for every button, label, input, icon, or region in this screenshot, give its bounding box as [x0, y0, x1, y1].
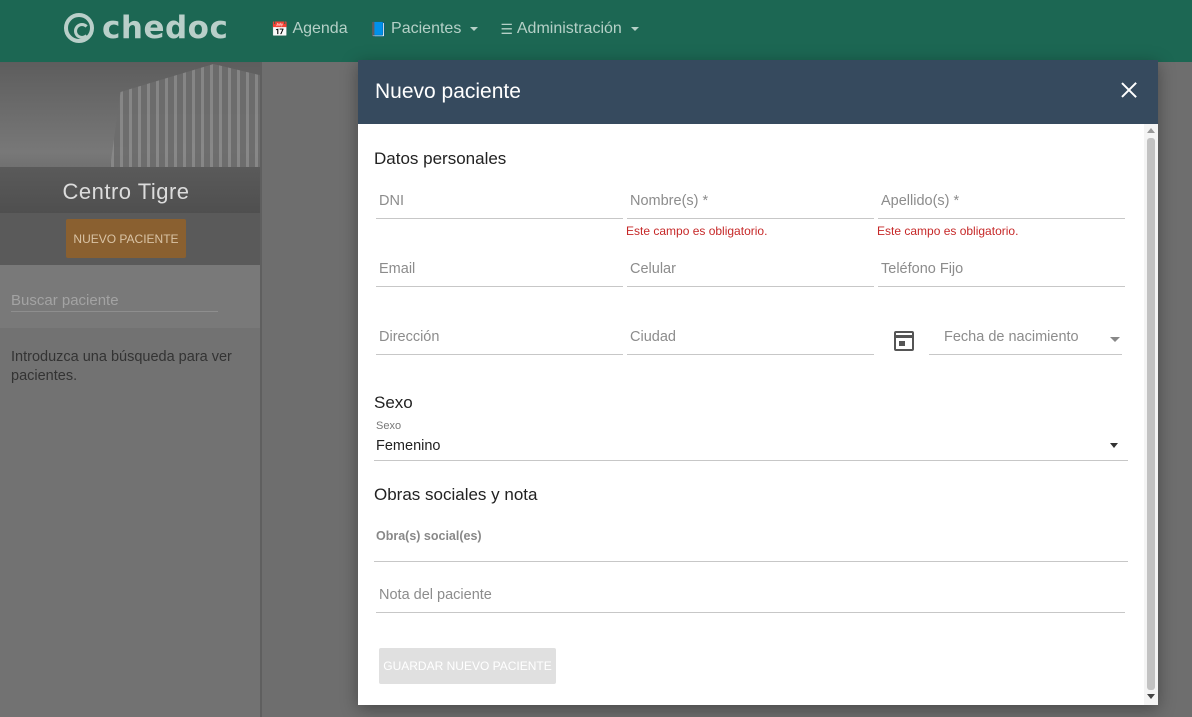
- nombre-field: [627, 185, 874, 219]
- modal-header: Nuevo paciente: [358, 60, 1158, 124]
- direccion-input[interactable]: [376, 321, 623, 353]
- apellido-input[interactable]: [878, 185, 1125, 217]
- nav-item-agenda[interactable]: 📅 Agenda: [271, 20, 348, 38]
- apellido-error: Este campo es obligatorio.: [877, 224, 1019, 238]
- dni-field: [376, 185, 623, 219]
- sliders-icon: ☰: [500, 20, 513, 37]
- dni-input[interactable]: [376, 185, 623, 217]
- chevron-down-icon: [630, 27, 639, 31]
- brand-logo[interactable]: chedoc: [64, 10, 228, 46]
- celular-field: [627, 253, 874, 287]
- section-title-sex: Sexo: [374, 393, 413, 412]
- ciudad-field: [627, 321, 874, 355]
- sex-select-label: Sexo: [376, 420, 402, 432]
- new-patient-button[interactable]: NUEVO PACIENTE: [66, 219, 186, 258]
- ciudad-input[interactable]: [627, 321, 874, 353]
- nav-item-pacientes[interactable]: 📘 Pacientes: [370, 20, 479, 38]
- nota-field: [376, 579, 1125, 613]
- nota-input[interactable]: [376, 579, 1125, 611]
- nav-item-label: Administración: [516, 20, 622, 37]
- book-icon: 📘: [369, 20, 388, 37]
- chevron-down-icon: [1110, 443, 1118, 448]
- nav-item-administracion[interactable]: ☰ Administración: [500, 20, 639, 38]
- telefono-field: [878, 253, 1125, 287]
- direccion-field: [376, 321, 623, 355]
- celular-input[interactable]: [627, 253, 874, 285]
- nombre-input[interactable]: [627, 185, 874, 217]
- center-name: Centro Tigre: [62, 179, 190, 204]
- close-icon[interactable]: [1117, 78, 1141, 102]
- email-input[interactable]: [376, 253, 623, 285]
- brand-name: chedoc: [102, 10, 229, 46]
- sex-select[interactable]: Femenino: [374, 432, 1128, 461]
- birthdate-input[interactable]: [929, 321, 1122, 353]
- scrollbar-thumb[interactable]: [1147, 138, 1155, 690]
- left-sidebar: Centro Tigre NUEVO PACIENTE Introduzca u…: [0, 62, 262, 717]
- nav-item-label: Pacientes: [391, 20, 462, 37]
- save-patient-button[interactable]: GUARDAR NUEVO PACIENTE: [379, 648, 556, 684]
- obras-sociales-input[interactable]: [374, 561, 1128, 562]
- chevron-down-icon[interactable]: [1110, 337, 1120, 342]
- scroll-up-icon[interactable]: [1147, 128, 1155, 133]
- search-help-text: Introduzca una búsqueda para ver pacient…: [11, 349, 232, 384]
- section-title-personal: Datos personales: [374, 149, 507, 168]
- main-nav: 📅 Agenda 📘 Pacientes ☰ Administración: [271, 20, 639, 38]
- section-title-insurance: Obras sociales y nota: [374, 485, 538, 504]
- email-field: [376, 253, 623, 287]
- calendar-icon: 📅: [271, 20, 289, 37]
- apellido-field: [878, 185, 1125, 219]
- chedoc-logo-icon: [64, 13, 94, 43]
- obras-sociales-label: Obra(s) social(es): [376, 529, 482, 543]
- patient-search-input[interactable]: [11, 290, 218, 312]
- modal-title: Nuevo paciente: [375, 80, 521, 103]
- new-patient-modal: Nuevo paciente Datos personales Este cam…: [358, 60, 1158, 705]
- top-navbar: chedoc 📅 Agenda 📘 Pacientes ☰ Administra…: [0, 0, 1192, 62]
- scroll-down-icon[interactable]: [1147, 694, 1155, 699]
- nav-item-label: Agenda: [292, 20, 348, 37]
- telefono-input[interactable]: [878, 253, 1125, 285]
- chevron-down-icon: [470, 27, 479, 31]
- nombre-error: Este campo es obligatorio.: [626, 224, 768, 238]
- birthdate-field: [929, 321, 1122, 355]
- calendar-icon[interactable]: [894, 331, 914, 351]
- sex-select-value: Femenino: [376, 438, 441, 454]
